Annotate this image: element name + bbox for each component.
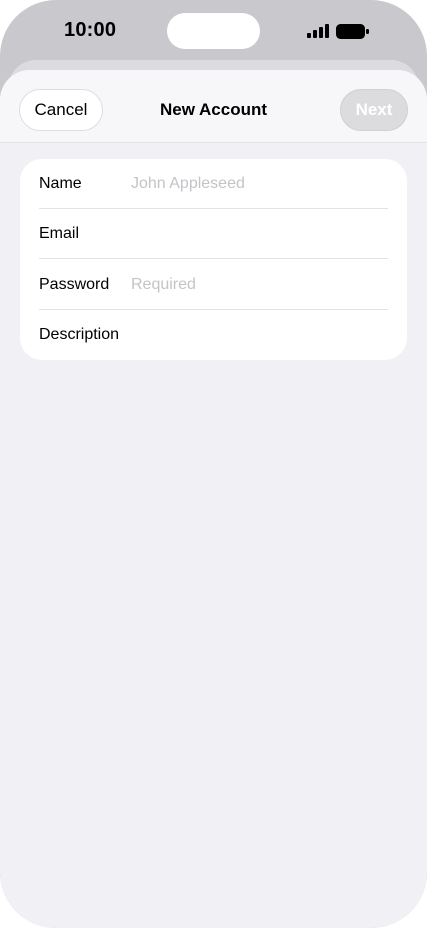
status-bar: 10:00 <box>0 0 427 62</box>
navigation-bar: Cancel New Account Next <box>0 70 427 143</box>
email-field[interactable] <box>131 219 387 249</box>
description-field[interactable] <box>139 320 387 350</box>
dynamic-island <box>167 13 260 49</box>
cancel-button[interactable]: Cancel <box>19 89 103 131</box>
next-button[interactable]: Next <box>340 89 408 131</box>
account-form: Name Email Password Description <box>20 159 407 360</box>
name-label: Name <box>39 175 82 192</box>
new-account-sheet: Cancel New Account Next Name Email Passw… <box>0 70 427 928</box>
cellular-signal-icon <box>307 24 329 38</box>
divider <box>39 258 388 259</box>
name-row: Name <box>39 159 407 209</box>
status-time: 10:00 <box>64 19 117 41</box>
name-field[interactable] <box>131 169 387 199</box>
phone-frame: 10:00 Cancel New Account Next Name John … <box>0 0 427 928</box>
description-row: Description <box>39 310 407 360</box>
email-label: Email <box>39 225 80 242</box>
email-row: Email <box>39 209 407 259</box>
page-title: New Account <box>159 100 268 119</box>
password-field[interactable] <box>131 270 387 300</box>
battery-icon <box>336 24 369 39</box>
description-label: Description <box>39 326 120 343</box>
password-label: Password <box>39 276 110 293</box>
password-row: Password <box>39 260 407 310</box>
